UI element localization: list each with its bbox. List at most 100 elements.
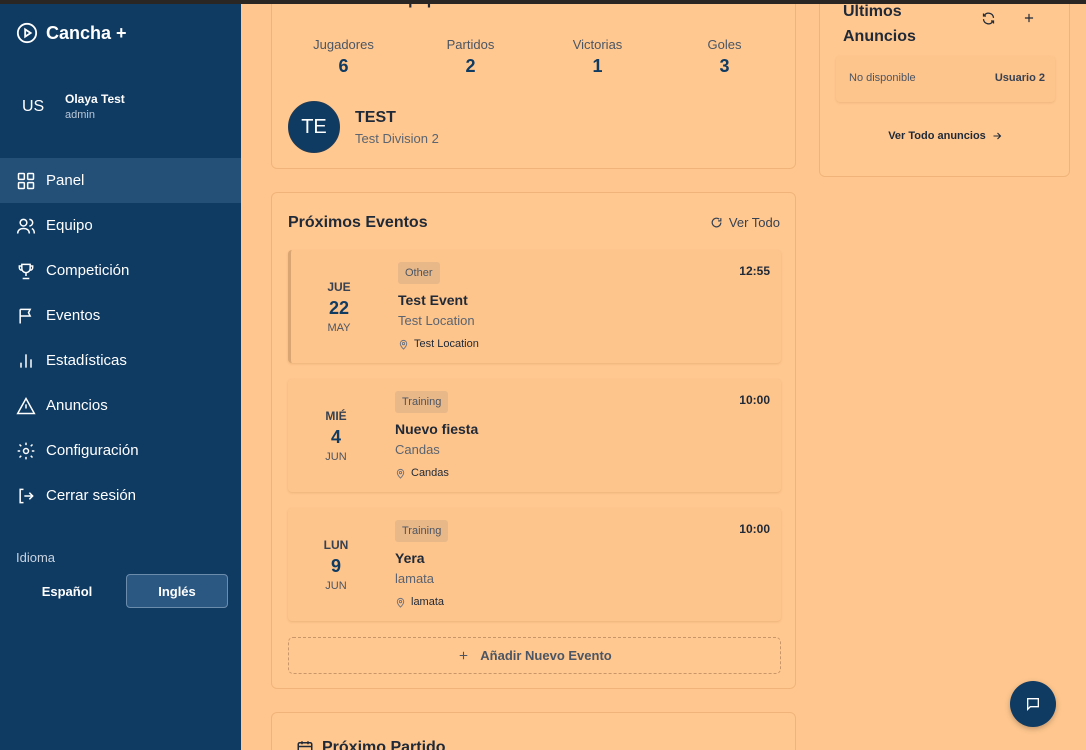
event-place: Candas <box>395 467 449 479</box>
event-type-badge: Training <box>395 391 449 413</box>
logout-icon <box>19 488 34 503</box>
stat-partidos: Partidos 2 <box>407 37 534 77</box>
language-title: Idioma <box>16 550 56 565</box>
nav-label: Eventos <box>46 307 101 324</box>
nav-item-anuncios[interactable]: Anuncios <box>0 383 241 428</box>
flag-icon <box>19 308 32 323</box>
stat-value: 1 <box>592 56 603 76</box>
event-type-badge: Other <box>398 262 440 284</box>
user-avatar: US <box>22 97 45 115</box>
sidebar: Cancha + US Olaya Test admin Panel Equip… <box>0 4 241 750</box>
upcoming-events-title: Próximos Eventos <box>288 214 428 231</box>
nav-label: Competición <box>46 262 130 279</box>
announcements-actions <box>981 11 1036 31</box>
nav-item-cerrar-sesion[interactable]: Cerrar sesión <box>0 473 241 518</box>
window-top-border <box>0 0 1086 4</box>
event-time: 10:00 <box>739 393 770 407</box>
announcements-title: Últimos Anuncios <box>843 3 916 45</box>
arrow-right-icon <box>993 132 1002 140</box>
event-title: Test Event <box>398 292 468 308</box>
nav-item-configuracion[interactable]: Configuración <box>0 428 241 473</box>
bar-chart-icon <box>20 353 32 368</box>
stat-value: 2 <box>465 56 476 76</box>
grid-icon <box>17 172 35 189</box>
next-match-card: Próximo Partido <box>271 712 796 750</box>
view-all-announcements-label: Ver Todo anuncios <box>888 130 986 142</box>
event-date: LUN 9 JUN <box>318 508 354 621</box>
team-summary-card: Resumen del Equipo Jugadores 6 Partidos … <box>271 0 796 169</box>
sidebar-nav: Panel Equipo Competición Eventos Estadís… <box>0 158 241 518</box>
nav-label: Configuración <box>46 442 139 459</box>
event-day: 22 <box>328 297 350 318</box>
brand[interactable]: Cancha + <box>16 22 127 44</box>
event-weekday: JUE <box>327 279 351 294</box>
nav-item-equipo[interactable]: Equipo <box>0 203 241 248</box>
upcoming-events-card: Próximos Eventos Ver Todo JUE 22 MAY Oth… <box>271 192 796 689</box>
event-location: Test Location <box>398 313 475 328</box>
map-pin-icon <box>399 339 408 350</box>
refresh-announcements-button[interactable] <box>981 11 996 31</box>
event-place: Test Location <box>398 338 479 350</box>
announcement-item[interactable]: No disponible Usuario 2 <box>836 56 1055 102</box>
event-location: lamata <box>395 571 435 586</box>
trophy-icon <box>18 263 34 279</box>
event-place-label: Candas <box>411 467 449 479</box>
nav-item-eventos[interactable]: Eventos <box>0 293 241 338</box>
event-title: Yera <box>395 550 425 566</box>
calendar-icon <box>297 741 313 750</box>
alert-triangle-icon <box>16 396 36 414</box>
language-option-espanol[interactable]: Español <box>16 574 118 608</box>
plus-icon <box>1024 13 1034 23</box>
map-pin-icon <box>396 597 405 608</box>
nav-label: Cerrar sesión <box>46 487 137 504</box>
language-option-ingles[interactable]: Inglés <box>126 574 228 608</box>
team-stats: Jugadores 6 Partidos 2 Victorias 1 Goles… <box>280 37 789 77</box>
view-all-events-link[interactable]: Ver Todo <box>710 215 780 230</box>
team-info: TE TEST Test Division 2 <box>288 101 439 153</box>
event-place: lamata <box>395 596 444 608</box>
event-location: Candas <box>395 442 440 457</box>
team-name: TEST <box>355 108 396 126</box>
language-switcher: Español Inglés <box>16 574 228 608</box>
announcements-card: Últimos Anuncios No disponible Usuario 2… <box>819 0 1070 177</box>
team-division: Test Division 2 <box>355 130 439 146</box>
event-date: MIÉ 4 JUN <box>318 379 354 492</box>
nav-label: Equipo <box>46 217 93 234</box>
announcement-status: No disponible <box>849 72 916 84</box>
event-day: 4 <box>330 426 341 447</box>
stat-goles: Goles 3 <box>661 37 788 77</box>
event-month: MAY <box>327 321 351 334</box>
nav-item-competicion[interactable]: Competición <box>0 248 241 293</box>
event-month: JUN <box>325 450 347 463</box>
announcement-author: Usuario 2 <box>994 72 1045 84</box>
nav-item-estadisticas[interactable]: Estadísticas <box>0 338 241 383</box>
event-title: Nuevo fiesta <box>395 421 479 437</box>
chat-button[interactable] <box>1010 681 1056 727</box>
gear-icon <box>17 442 35 459</box>
event-place-label: Test Location <box>414 338 479 350</box>
nav-item-panel[interactable]: Panel <box>0 158 241 203</box>
next-match-title: Próximo Partido <box>322 739 446 750</box>
event-month: JUN <box>325 579 347 592</box>
event-item[interactable]: LUN 9 JUN Training Yera lamata lamata 10… <box>288 508 781 621</box>
nav-label: Anuncios <box>46 397 108 414</box>
refresh-icon <box>982 12 995 25</box>
event-weekday: MIÉ <box>325 408 347 423</box>
event-weekday: LUN <box>323 537 349 552</box>
stat-value: 3 <box>719 56 730 76</box>
event-date: JUE 22 MAY <box>321 250 357 363</box>
add-announcement-button[interactable] <box>1022 11 1036 31</box>
play-circle-icon <box>16 22 38 44</box>
brand-name: Cancha + <box>46 22 127 43</box>
event-time: 12:55 <box>739 264 770 278</box>
event-day: 9 <box>330 555 341 576</box>
user-name: Olaya Test <box>65 92 125 106</box>
view-all-announcements-link[interactable]: Ver Todo anuncios <box>820 130 1071 142</box>
stat-jugadores: Jugadores 6 <box>280 37 407 77</box>
event-item[interactable]: JUE 22 MAY Other Test Event Test Locatio… <box>288 250 781 363</box>
stat-label: Victorias <box>572 37 623 52</box>
add-event-button[interactable]: Añadir Nuevo Evento <box>288 637 781 674</box>
event-item[interactable]: MIÉ 4 JUN Training Nuevo fiesta Candas C… <box>288 379 781 492</box>
stat-label: Goles <box>707 37 742 52</box>
team-avatar: TE <box>288 101 340 153</box>
